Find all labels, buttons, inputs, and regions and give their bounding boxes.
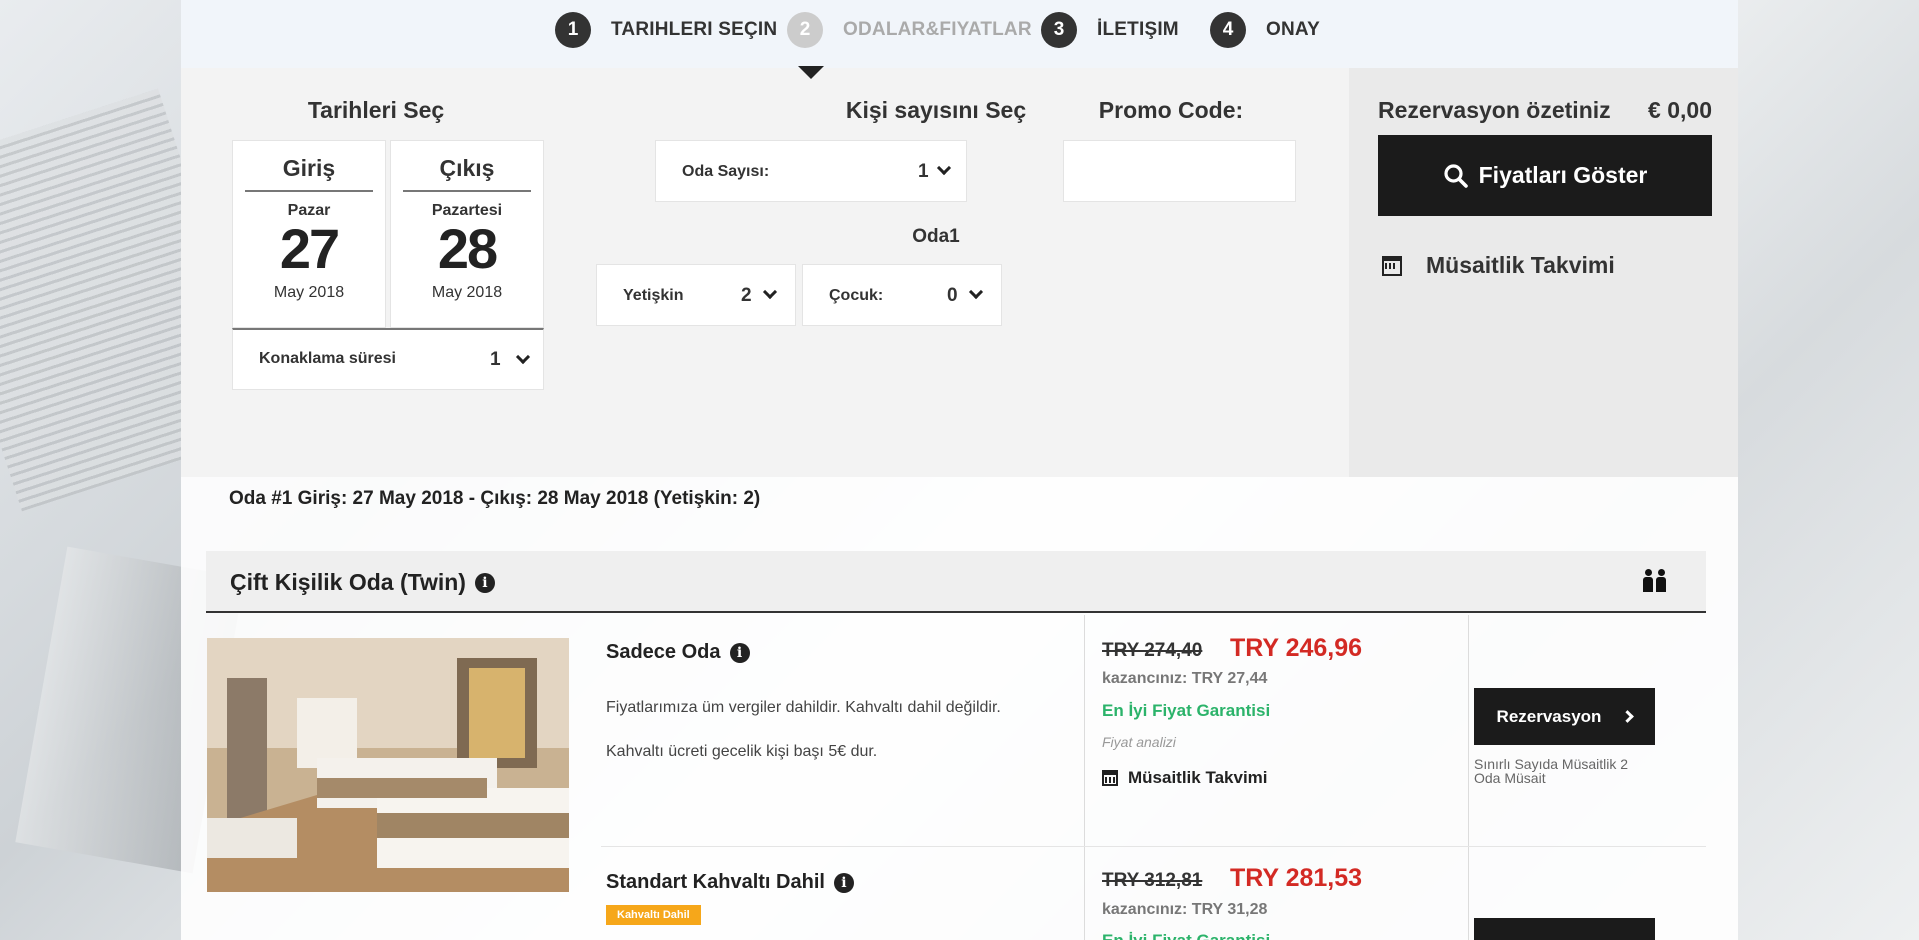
guests-title: Kişi sayısını Seç [845,97,1027,123]
step-number: 3 [1041,12,1077,48]
saving-amount: kazancınız: TRY 27,44 [1102,670,1268,687]
step-label: ONAY [1266,19,1320,40]
rooms-label: Oda Sayısı: [682,163,770,180]
chevron-right-icon [1621,710,1635,723]
step-label: ODALAR&FIYATLAR [843,19,1032,40]
rate-name: Standart Kahvaltı Dahil i [606,871,854,894]
chevron-down-icon [936,160,952,176]
stay-value: 1 [490,349,501,370]
adults-value: 2 [741,285,752,306]
best-price-guarantee[interactable]: En İyi Fiyat Garantisi [1102,931,1270,940]
step-number: 1 [555,12,591,48]
active-step-pointer [798,66,824,79]
calendar-icon [1382,255,1402,276]
chevron-down-icon [968,284,984,300]
checkin-monthyear: May 2018 [273,284,345,301]
children-select[interactable]: Çocuk: 0 [802,264,1002,326]
step-dates[interactable]: 1 TARIHLERI SEÇIN [555,12,778,48]
checkout-monthyear: May 2018 [431,284,503,301]
new-price: TRY 281,53 [1230,864,1363,892]
info-icon[interactable]: i [833,872,854,893]
children-value: 0 [947,285,958,306]
reserve-button[interactable]: Rezervasyon [1474,688,1655,745]
step-confirm[interactable]: 4 ONAY [1210,12,1320,48]
steps-bar: 1 TARIHLERI SEÇIN 2 ODALAR&FIYATLAR 3 İL… [181,0,1738,68]
step-number: 2 [787,12,823,48]
rate-name: Sadece Oda i [606,641,750,664]
old-price: TRY 312,81 [1102,870,1203,891]
rate-description: Kahvaltı ücreti gecelik kişi başı 5€ dur… [606,743,878,760]
summary-label: Rezervasyon özetiniz [1378,97,1611,123]
summary-amount: € 0,00 [1648,97,1712,123]
reserve-label: Rezervasyon [1496,706,1602,726]
rate-description: Fiyatlarımıza üm vergiler dahildir. Kahv… [606,699,1001,716]
checkout-date[interactable]: Çıkış Pazartesi 28 May 2018 [390,140,544,328]
availability-calendar-link[interactable]: Müsaitlik Takvimi [1102,768,1268,788]
saving-amount: kazancınız: TRY 31,28 [1102,901,1268,918]
checkin-day: 27 [279,217,340,280]
breakfast-badge: Kahvaltı Dahil [606,905,701,925]
calendar-icon [1102,770,1118,786]
reserve-button[interactable] [1474,918,1655,940]
best-price-guarantee[interactable]: En İyi Fiyat Garantisi [1102,701,1270,721]
show-prices-label: Fiyatları Göster [1478,162,1648,188]
two-persons-icon [1643,569,1666,593]
step-number: 4 [1210,12,1246,48]
step-label: TARIHLERI SEÇIN [611,19,778,40]
rooms-value: 1 [918,161,929,182]
availability-note: Sınırlı Sayıda Müsaitlik 2 Oda Müsait [1474,756,1629,786]
room-type-name: Çift Kişilik Oda (Twin) [230,569,466,595]
room-photo[interactable] [207,638,569,892]
search-icon [1444,163,1468,188]
availability-calendar-link[interactable]: Müsaitlik Takvimi [1382,252,1615,279]
info-icon[interactable]: i [474,572,495,593]
promo-title: Promo Code: [1098,97,1244,123]
new-price: TRY 246,96 [1230,634,1363,662]
dates-title: Tarihleri Seç [307,97,445,123]
stay-length-select[interactable]: Konaklama süresi 1 [232,328,544,390]
info-icon[interactable]: i [729,642,750,663]
step-contact[interactable]: 3 İLETIŞIM [1041,12,1179,48]
room-type-header: Çift Kişilik Oda (Twin) i [206,551,1706,613]
availability-label: Müsaitlik Takvimi [1426,252,1615,278]
room-count-select[interactable]: Oda Sayısı: 1 [655,140,967,202]
show-prices-button[interactable]: Fiyatları Göster [1378,135,1712,216]
adults-select[interactable]: Yetişkin 2 [596,264,796,326]
calendar-label: Müsaitlik Takvimi [1128,768,1268,787]
checkout-day: 28 [437,217,498,280]
booking-panel: 1 TARIHLERI SEÇIN 2 ODALAR&FIYATLAR 3 İL… [181,0,1738,940]
checkout-label: Çıkış [439,155,495,181]
adults-label: Yetişkin [623,287,684,304]
checkin-date[interactable]: Giriş Pazar 27 May 2018 [232,140,386,328]
stay-label: Konaklama süresi [259,350,396,367]
chevron-down-icon [762,284,778,300]
checkin-label: Giriş [282,155,336,181]
promo-code-input[interactable] [1063,140,1296,202]
step-rooms[interactable]: 2 ODALAR&FIYATLAR [787,12,1032,48]
room-info: Oda #1 Giriş: 27 May 2018 - Çıkış: 28 Ma… [229,488,761,509]
price-analysis-link[interactable]: Fiyat analizi [1102,734,1176,750]
children-label: Çocuk: [829,287,884,304]
step-label: İLETIŞIM [1097,19,1179,40]
chevron-down-icon [515,349,531,365]
room-heading: Oda1 [912,226,960,247]
old-price: TRY 274,40 [1102,640,1203,661]
